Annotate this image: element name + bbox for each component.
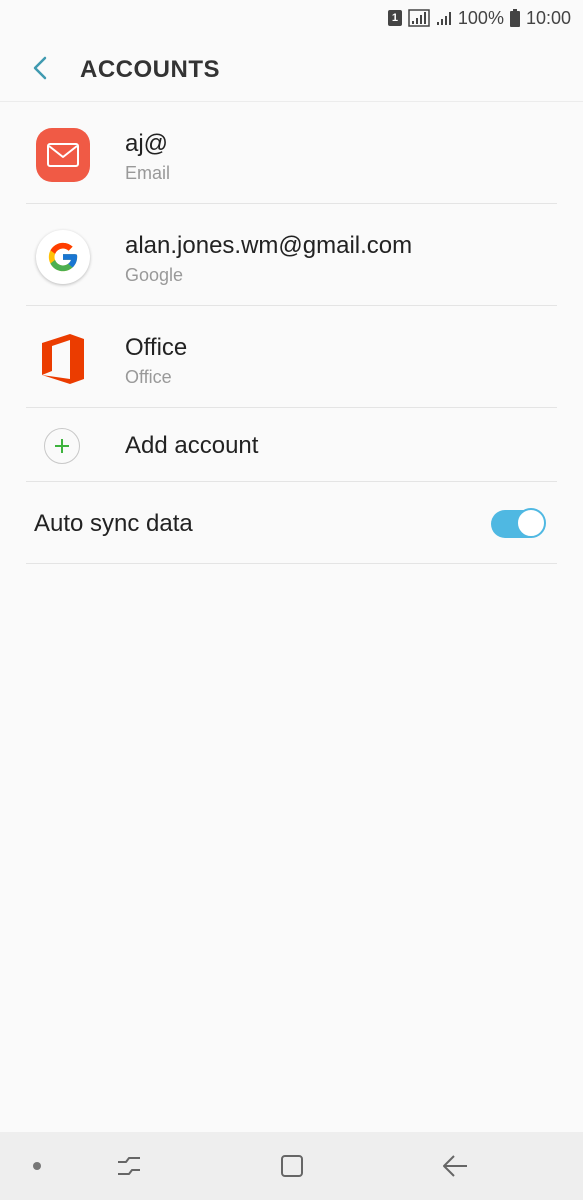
account-list: aj@ Email alan.jones.wm@gmail.com Google… (0, 102, 583, 564)
signal-icon (408, 9, 430, 27)
auto-sync-label: Auto sync data (34, 510, 193, 537)
auto-sync-row: Auto sync data (26, 482, 557, 564)
home-icon (281, 1155, 303, 1177)
office-icon (36, 332, 90, 386)
navigation-bar (0, 1132, 583, 1200)
status-bar: 1 100% 10:00 (0, 0, 583, 36)
account-type: Office (125, 367, 172, 387)
account-type: Google (125, 265, 184, 285)
account-name: Office (125, 334, 188, 361)
chevron-left-icon (33, 56, 47, 80)
back-button[interactable] (22, 48, 58, 88)
account-row-office[interactable]: Office Office (26, 306, 557, 408)
page-title: ACCOUNTS (80, 56, 220, 83)
sim-badge: 1 (387, 10, 402, 26)
plus-icon (44, 428, 80, 464)
account-type: Email (125, 163, 171, 183)
recents-button[interactable] (111, 1149, 147, 1183)
clock: 10:00 (525, 7, 571, 28)
auto-sync-toggle[interactable] (491, 508, 546, 538)
nav-dot-indicator (33, 1162, 41, 1170)
battery-percent: 100% (457, 7, 504, 28)
battery-icon (509, 9, 520, 27)
add-account-row[interactable]: Add account (26, 408, 557, 482)
account-name: aj@ (125, 130, 169, 157)
add-account-label: Add account (125, 432, 259, 459)
back-icon (443, 1155, 467, 1177)
email-icon (36, 128, 90, 182)
app-header: ACCOUNTS (0, 36, 583, 102)
recents-icon (118, 1157, 140, 1175)
account-row-email[interactable]: aj@ Email (26, 102, 557, 204)
toggle-knob (516, 508, 546, 538)
home-button[interactable] (274, 1149, 310, 1183)
account-name: alan.jones.wm@gmail.com (125, 232, 413, 259)
account-row-google[interactable]: alan.jones.wm@gmail.com Google (26, 204, 557, 306)
signal-bars-icon (436, 10, 452, 26)
google-icon (36, 230, 90, 284)
nav-back-button[interactable] (437, 1149, 473, 1183)
